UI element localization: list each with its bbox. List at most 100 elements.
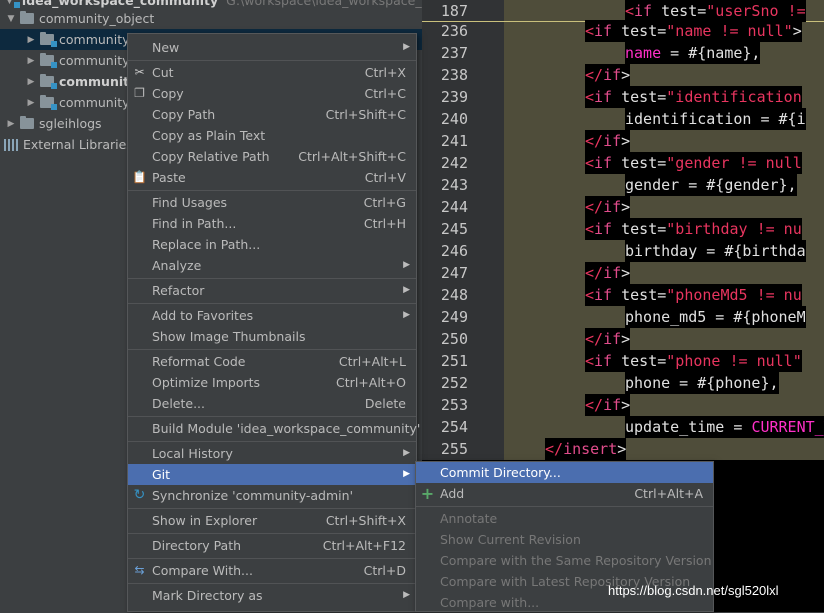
menu-item-compare-with[interactable]: ⇆ Compare With... Ctrl+D — [128, 560, 416, 581]
code-line: gender = #{gender}, — [625, 174, 797, 196]
submenu-arrow-icon: ▶ — [403, 310, 410, 320]
line-number: 254 — [440, 418, 468, 436]
menu-item-cut[interactable]: ✂ Cut Ctrl+X — [128, 62, 416, 83]
chevron-right-icon[interactable]: ▶ — [26, 98, 36, 108]
menu-item-optimize-imports[interactable]: Optimize Imports Ctrl+Alt+O — [128, 372, 416, 393]
menu-item-label: Compare With... — [152, 563, 253, 578]
menu-item-mark-directory-as[interactable]: Mark Directory as ▶ — [128, 585, 416, 606]
line-number: 255 — [440, 440, 468, 458]
line-number: 241 — [440, 132, 468, 150]
line-number: 253 — [440, 396, 468, 414]
menu-item-label: Delete... — [152, 396, 205, 411]
menu-item-local-history[interactable]: Local History ▶ — [128, 443, 416, 464]
tree-item-label: community- — [59, 53, 134, 68]
line-number: 250 — [440, 330, 468, 348]
menu-item-label: Mark Directory as — [152, 588, 263, 603]
menu-item-shortcut: Ctrl+Alt+O — [336, 375, 406, 390]
chevron-down-icon[interactable]: ▼ — [6, 14, 16, 24]
line-number: 239 — [440, 88, 468, 106]
menu-item-annotate: Annotate — [416, 508, 713, 529]
menu-item-label: Commit Directory... — [440, 465, 561, 480]
code-line: </if> — [585, 262, 631, 284]
menu-item-label: Reformat Code — [152, 354, 246, 369]
menu-separator — [128, 583, 416, 584]
menu-item-add-to-favorites[interactable]: Add to Favorites ▶ — [128, 305, 416, 326]
folder-icon — [20, 116, 34, 129]
tree-item-label: External Libraries — [23, 137, 133, 152]
line-number: 240 — [440, 110, 468, 128]
menu-item-label: Find in Path... — [152, 216, 237, 231]
code-line: phone = #{phone}, — [625, 372, 779, 394]
menu-item-compare-with-the-same-repository-version: Compare with the Same Repository Version — [416, 550, 713, 571]
chevron-down-icon[interactable]: ▼ — [6, 0, 13, 6]
menu-item-analyze[interactable]: Analyze ▶ — [128, 255, 416, 276]
line-number: 243 — [440, 176, 468, 194]
copy-icon: ❐ — [134, 86, 145, 100]
menu-item-copy-path[interactable]: Copy Path Ctrl+Shift+C — [128, 104, 416, 125]
menu-item-refactor[interactable]: Refactor ▶ — [128, 280, 416, 301]
line-number: 249 — [440, 308, 468, 326]
line-number: 244 — [440, 198, 468, 216]
menu-item-label: Add — [440, 486, 465, 501]
menu-separator — [128, 416, 416, 417]
menu-item-shortcut: Ctrl+V — [364, 170, 406, 185]
code-line: </if> — [585, 394, 631, 416]
menu-item-show-in-explorer[interactable]: Show in Explorer Ctrl+Shift+X — [128, 510, 416, 531]
menu-item-shortcut: Ctrl+X — [364, 65, 406, 80]
submenu-arrow-icon: ▶ — [403, 42, 410, 52]
menu-item-paste[interactable]: 📋 Paste Ctrl+V — [128, 167, 416, 188]
sticky-top-line: 187 <if test="userSno != — [422, 0, 824, 22]
menu-item-label: Copy — [152, 86, 184, 101]
menu-item-new[interactable]: New ▶ — [128, 37, 416, 58]
chevron-right-icon[interactable]: ▶ — [26, 35, 36, 45]
menu-item-copy[interactable]: ❐ Copy Ctrl+C — [128, 83, 416, 104]
folder-icon — [20, 11, 34, 24]
menu-item-label: Synchronize 'community-admin' — [152, 488, 354, 503]
menu-item-synchronize-community-admin[interactable]: ↻ Synchronize 'community-admin' — [128, 485, 416, 506]
menu-item-label: Show Image Thumbnails — [152, 329, 306, 344]
compare-icon: ⇆ — [134, 563, 145, 577]
chevron-right-icon[interactable]: ▶ — [26, 77, 36, 87]
menu-separator — [128, 508, 416, 509]
module-folder-icon — [40, 74, 57, 89]
chevron-right-icon[interactable]: ▶ — [26, 56, 36, 66]
menu-item-label: Git — [152, 467, 171, 482]
library-icon — [4, 138, 18, 151]
line-number: 247 — [440, 264, 468, 282]
tree-item-community-object[interactable]: ▼ community_object — [0, 8, 422, 29]
code-line: birthday = #{birthda — [625, 240, 806, 262]
code-line: name = #{name}, — [625, 42, 761, 64]
menu-item-copy-as-plain-text[interactable]: Copy as Plain Text — [128, 125, 416, 146]
submenu-arrow-icon: ▶ — [403, 469, 410, 479]
menu-item-delete[interactable]: Delete... Delete — [128, 393, 416, 414]
tree-item-label: community- — [59, 32, 134, 47]
menu-item-show-image-thumbnails[interactable]: Show Image Thumbnails — [128, 326, 416, 347]
submenu-arrow-icon: ▶ — [403, 590, 410, 600]
menu-item-reformat-code[interactable]: Reformat Code Ctrl+Alt+L — [128, 351, 416, 372]
module-folder-icon — [40, 32, 57, 47]
line-number: 237 — [440, 44, 468, 62]
menu-item-directory-path[interactable]: Directory Path Ctrl+Alt+F12 — [128, 535, 416, 556]
menu-item-git[interactable]: Git ▶ — [128, 464, 416, 485]
sync-icon: ↻ — [133, 487, 146, 503]
menu-item-shortcut: Ctrl+Alt+A — [634, 486, 703, 501]
line-number: 242 — [440, 154, 468, 172]
menu-item-commit-directory[interactable]: Commit Directory... — [416, 462, 713, 483]
menu-item-label: Copy Path — [152, 107, 216, 122]
menu-item-shortcut: Ctrl+Alt+Shift+C — [298, 149, 406, 164]
menu-item-label: Paste — [152, 170, 186, 185]
menu-item-find-usages[interactable]: Find Usages Ctrl+G — [128, 192, 416, 213]
menu-separator — [128, 533, 416, 534]
menu-item-build-module-idea-workspace-community[interactable]: Build Module 'idea_workspace_community' — [128, 418, 420, 439]
menu-item-copy-relative-path[interactable]: Copy Relative Path Ctrl+Alt+Shift+C — [128, 146, 416, 167]
chevron-right-icon[interactable]: ▶ — [6, 119, 16, 129]
menu-item-find-in-path[interactable]: Find in Path... Ctrl+H — [128, 213, 416, 234]
code-line: phone_md5 = #{phoneM — [625, 306, 806, 328]
menu-separator — [128, 349, 416, 350]
menu-item-shortcut: Ctrl+Alt+L — [338, 354, 406, 369]
menu-item-add[interactable]: + Add Ctrl+Alt+A — [416, 483, 713, 504]
menu-item-label: Compare with the Same Repository Version — [440, 553, 712, 568]
menu-item-replace-in-path[interactable]: Replace in Path... — [128, 234, 416, 255]
menu-item-label: Local History — [152, 446, 233, 461]
code-line: </if> — [585, 130, 631, 152]
